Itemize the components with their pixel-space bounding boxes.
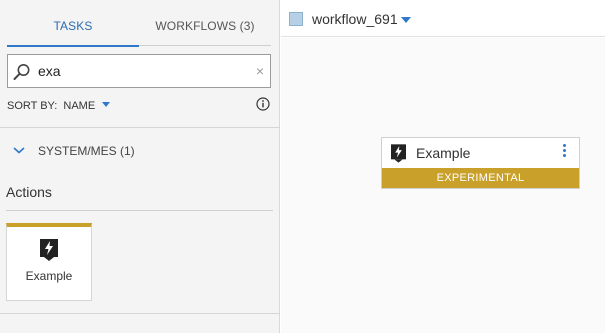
workflow-node-example[interactable]: Example EXPERIMENTAL: [381, 137, 580, 189]
search-box: ×: [7, 54, 271, 88]
info-icon[interactable]: [256, 97, 270, 111]
status-badge: EXPERIMENTAL: [382, 168, 579, 188]
more-options-icon[interactable]: [561, 144, 567, 160]
action-card-label: Example: [25, 269, 73, 283]
workflow-title[interactable]: workflow_691: [312, 11, 398, 27]
search-icon: [13, 64, 30, 80]
sort-by-label: SORT BY:: [7, 100, 58, 112]
lightning-bolt-icon: [40, 239, 58, 261]
sort-dropdown-caret-icon[interactable]: [102, 102, 111, 107]
chevron-down-icon: [13, 147, 25, 154]
lightning-bolt-icon: [391, 144, 406, 163]
divider: [0, 313, 280, 314]
sort-by: SORT BY: NAME: [7, 100, 111, 112]
group-system-mes[interactable]: SYSTEM/MES (1): [12, 144, 135, 158]
divider: [6, 210, 273, 211]
search-input[interactable]: [38, 61, 248, 81]
group-label: SYSTEM/MES (1): [38, 144, 135, 158]
task-panel: TASKS WORKFLOWS (3) × SORT BY: NAME SYST…: [0, 0, 280, 333]
action-card-example[interactable]: Example: [6, 223, 92, 301]
tab-tasks[interactable]: TASKS: [7, 0, 139, 47]
tab-workflows[interactable]: WORKFLOWS (3): [139, 0, 271, 46]
workflow-dropdown-caret-icon[interactable]: [401, 17, 411, 23]
workflow-icon: [289, 12, 303, 26]
workflow-header: workflow_691: [281, 0, 605, 37]
divider: [0, 127, 280, 128]
actions-heading: Actions: [6, 184, 52, 200]
panel-tabs: TASKS WORKFLOWS (3): [7, 0, 271, 47]
sort-by-value[interactable]: NAME: [63, 100, 95, 112]
node-label: Example: [416, 145, 471, 161]
clear-search-icon[interactable]: ×: [256, 62, 264, 80]
